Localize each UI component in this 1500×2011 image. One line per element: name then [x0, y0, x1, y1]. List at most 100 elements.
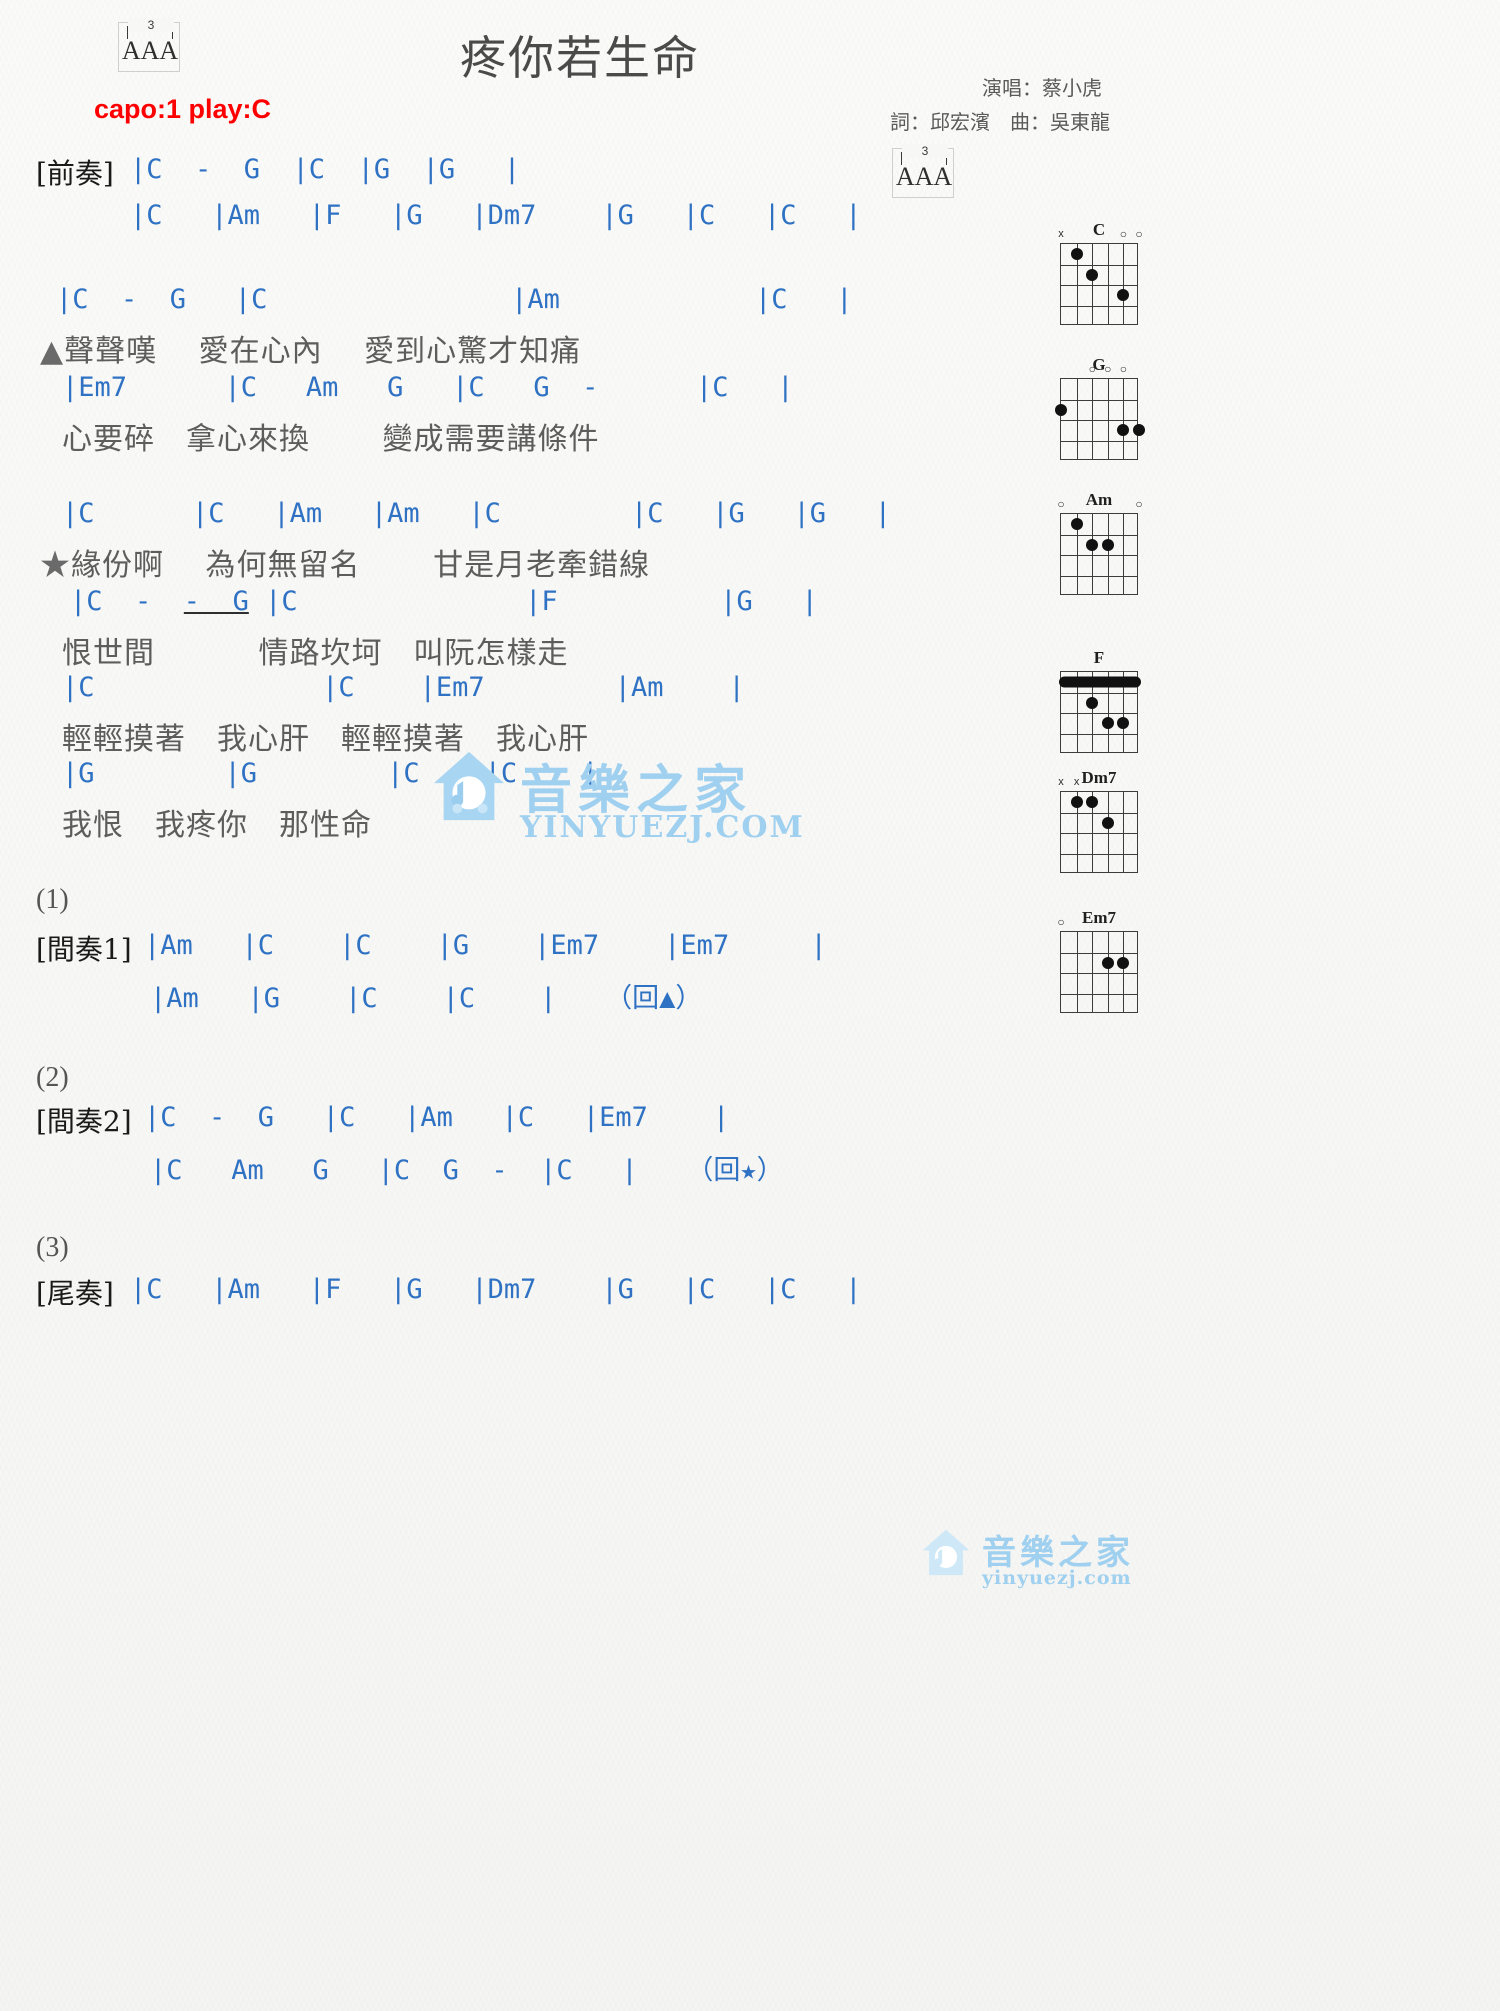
fretboard-fret-line	[1061, 575, 1137, 577]
verse-chord-line-1: |C - G |C |Am |C |	[56, 284, 853, 315]
watermark-corner-en: yinyuezj.com	[982, 1567, 1132, 1589]
fretboard-string-line	[1107, 379, 1109, 459]
finger-position-dot	[1117, 424, 1130, 437]
strum-letters-2: AAA	[895, 162, 953, 191]
repeat-number-1: (1)	[36, 884, 69, 915]
muted-string-icon: x	[1073, 776, 1080, 788]
chorus-chord-2-part-b: |C |F |G |	[248, 586, 818, 617]
watermark-corner-house-icon	[922, 1529, 970, 1576]
fretboard-fret-line	[1061, 833, 1137, 834]
repeat-number-3: (3)	[36, 1232, 69, 1263]
capo-play-text: capo:1 play:C	[94, 94, 272, 124]
section-label-interlude-2: [間奏2]	[36, 1105, 132, 1138]
fretboard-string-line	[1092, 514, 1094, 594]
chord-diagram-name: Em7	[1082, 908, 1116, 927]
triplet-number-2: 3	[902, 144, 948, 158]
fretboard-string-line	[1092, 244, 1094, 324]
fretboard-fret-line	[1061, 285, 1137, 286]
singer-credit: 演唱：蔡小虎	[982, 76, 1102, 100]
interlude1-chord-line-2: |Am |G |C |C | （回▲）	[150, 983, 703, 1014]
chord-diagram-grid: xx	[1058, 777, 1138, 873]
fretboard-string-line	[1076, 379, 1078, 459]
fretboard-fret-line	[1061, 692, 1137, 694]
fretboard-string-line	[1107, 514, 1109, 594]
writer-credit: 詞：邱宏濱 曲：吳東龍	[890, 110, 1110, 134]
fretboard-fret-line	[1061, 399, 1137, 401]
chord-sheet-page: 3 AAA capo:1 play:C 疼你若生命 演唱：蔡小虎 詞：邱宏濱 曲…	[0, 0, 1500, 2011]
chorus-lyric-line-4: 我恨 我疼你 那性命	[62, 808, 372, 843]
chord-diagram-1: G ○ ○ ○	[1053, 355, 1145, 460]
fretboard-string-line	[1107, 792, 1109, 872]
finger-position-dot	[1055, 403, 1067, 416]
finger-position-dot	[1086, 538, 1099, 551]
fretboard-fret-line	[1061, 420, 1137, 421]
fretboard-string-line	[1076, 932, 1078, 1012]
fretboard-fret-line	[1061, 264, 1137, 266]
finger-position-dot	[1101, 956, 1114, 969]
chord-diagram-grid: ○	[1057, 916, 1138, 1013]
fretboard-string-line	[1107, 932, 1109, 1012]
fretboard-string-line	[1092, 379, 1094, 459]
chorus-chord-line-4: |G |G |C |C |	[62, 758, 599, 789]
fretboard-fret-line	[1061, 534, 1137, 536]
watermark-corner-cn: 音樂之家	[982, 1533, 1134, 1573]
open-string-icon: ○	[1119, 362, 1128, 376]
finger-position-dot	[1086, 268, 1099, 281]
chord-diagram-grid	[1059, 671, 1141, 753]
chord-diagram-2: Am ○ ○	[1053, 490, 1145, 595]
chord-diagram-grid: ○ ○	[1057, 498, 1143, 595]
fretboard-string-line	[1123, 244, 1125, 324]
finger-position-dot	[1117, 289, 1130, 302]
fretboard-fret-line	[1061, 733, 1137, 735]
section-label-interlude-1: [間奏1]	[36, 933, 132, 966]
verse-lyric-line-2: 心要碎 拿心來換 變成需要講條件	[62, 422, 600, 457]
finger-position-dot	[1101, 538, 1114, 551]
chord-diagram-name: G	[1092, 355, 1106, 374]
fretboard-fret-line	[1061, 952, 1137, 954]
chord-diagram-name: C	[1092, 220, 1106, 239]
fretboard-fret-line	[1061, 973, 1137, 974]
chord-diagram-name: Am	[1085, 490, 1113, 509]
verse-chord-line-2: |Em7 |C Am G |C G - |C |	[62, 372, 794, 403]
open-string-icon: ○	[1104, 362, 1112, 376]
open-string-icon: ○	[1135, 227, 1143, 241]
chord-diagram-name: F	[1093, 648, 1105, 667]
fretboard-string-line	[1123, 932, 1125, 1012]
fretboard-string-line	[1092, 932, 1094, 1012]
finger-position-dot	[1133, 424, 1145, 437]
strum-pattern-box-second: 3 AAA	[892, 144, 954, 198]
chorus-chord-2-underlined: - G	[183, 586, 249, 617]
fretboard-fret-line	[1061, 993, 1137, 995]
chord-diagram-3: F	[1053, 648, 1145, 753]
fretboard-fret-line	[1061, 440, 1137, 442]
finger-position-dot	[1101, 717, 1114, 730]
fretboard-fret-line	[1061, 305, 1137, 307]
open-string-icon: ○	[1119, 227, 1128, 241]
chorus-lyric-line-3: 輕輕摸著 我心肝 輕輕摸著 我心肝	[62, 722, 589, 757]
finger-position-dot	[1070, 796, 1083, 809]
open-string-icon: ○	[1057, 497, 1065, 511]
muted-string-icon: x	[1058, 228, 1064, 240]
watermark-center-en: YINYUEZJ.COM	[520, 810, 805, 845]
chord-diagram-name: Dm7	[1081, 768, 1117, 787]
finger-position-dot	[1117, 717, 1130, 730]
chord-diagram-grid: x ○ ○	[1058, 228, 1143, 325]
interlude2-chord-line-2: |C Am G |C G - |C | （回★）	[150, 1155, 784, 1186]
chorus-chord-2-part-a: |C -	[70, 586, 184, 617]
finger-position-dot	[1086, 796, 1099, 809]
fretboard-string-line	[1123, 379, 1125, 459]
verse-lyric-1-text: 聲聲嘆 愛在心內 愛到心驚才知痛	[64, 334, 582, 369]
chorus-lyric-1-text: 緣份啊 為何無留名 甘是月老牽錯線	[71, 548, 651, 583]
section-label-prelude: [前奏]	[36, 157, 114, 190]
fretboard-string-line	[1123, 514, 1125, 594]
repeat-number-2: (2)	[36, 1062, 69, 1093]
chorus-chord-line-3: |C |C |Em7 |Am |	[62, 672, 745, 703]
verse-lyric-line-1: ▲聲聲嘆 愛在心內 愛到心驚才知痛	[40, 326, 581, 370]
chorus-chord-line-2: |C - - G |C |F |G |	[70, 586, 818, 617]
star-marker-icon: ★	[40, 548, 71, 583]
chorus-lyric-line-1: ★緣份啊 為何無留名 甘是月老牽錯線	[40, 540, 650, 584]
finger-position-dot	[1086, 696, 1099, 709]
fretboard-fret-line	[1061, 713, 1137, 714]
open-string-icon: ○	[1057, 915, 1065, 929]
open-string-icon: ○	[1088, 362, 1096, 376]
